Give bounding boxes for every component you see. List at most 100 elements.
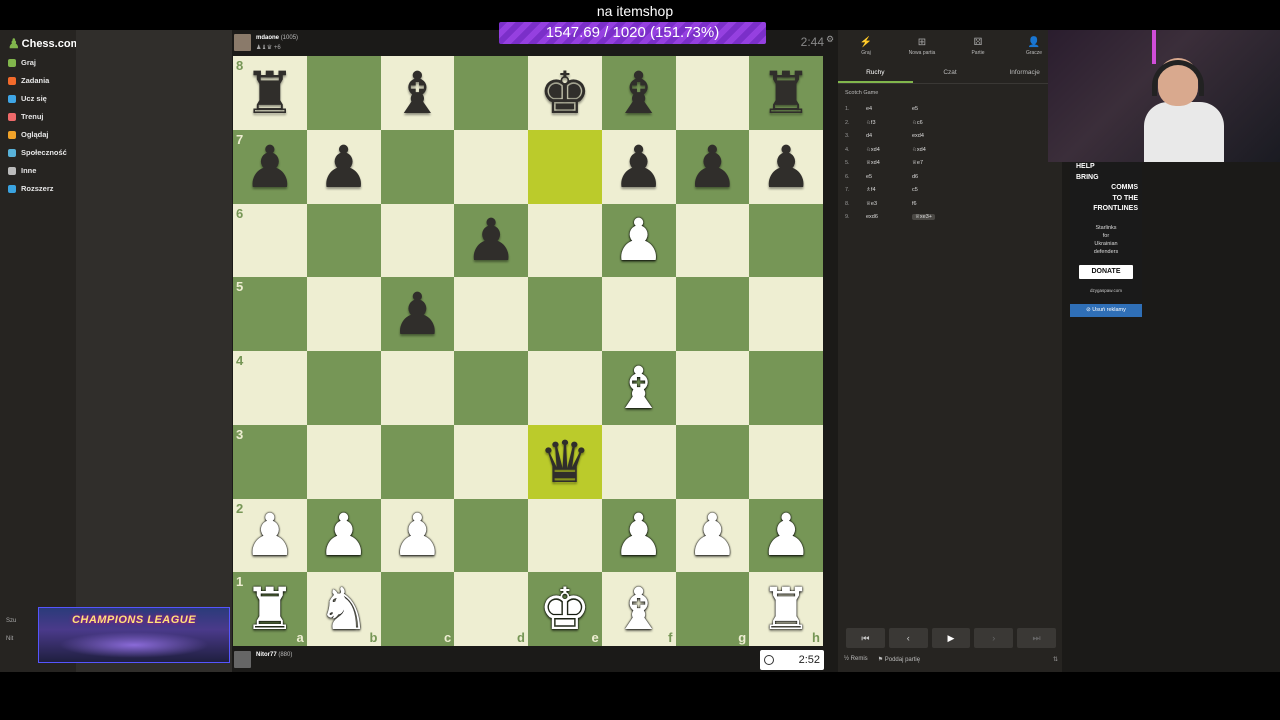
square-g4[interactable] — [675, 351, 750, 425]
black-king-icon[interactable]: ♚ — [528, 56, 602, 130]
black-pawn-icon[interactable]: ♟ — [602, 130, 676, 204]
square-b3[interactable] — [306, 424, 381, 499]
prev-move-button[interactable]: ‹ — [888, 628, 928, 648]
square-h4[interactable] — [749, 351, 823, 425]
player-name[interactable]: Nitor77 (880) — [256, 652, 292, 658]
white-move[interactable]: e4 — [866, 106, 872, 112]
white-move[interactable]: ♘xd4 — [866, 147, 880, 153]
subtab-1[interactable]: Czat — [913, 64, 988, 83]
white-move[interactable]: exd6 — [866, 214, 878, 220]
white-move[interactable]: ♕xd4 — [866, 160, 880, 166]
avatar[interactable] — [234, 651, 251, 668]
square-e5[interactable] — [528, 277, 602, 351]
square-f4[interactable]: ♝ — [601, 351, 676, 425]
sidebar-item-1[interactable]: Zadania — [8, 76, 49, 85]
black-pawn-icon[interactable]: ♟ — [233, 130, 307, 204]
black-rook-icon[interactable]: ♜ — [749, 56, 823, 130]
next-move-button[interactable]: › — [974, 628, 1014, 648]
square-d2[interactable] — [454, 498, 528, 573]
white-rook-icon[interactable]: ♜ — [749, 572, 823, 646]
play-button[interactable]: ▶ — [931, 628, 971, 648]
square-e2[interactable] — [528, 498, 602, 573]
ad-banner[interactable]: HELP BRING COMMS TO THE FRONTLINES Starlinks… — [1070, 162, 1142, 304]
white-move[interactable]: ♕e3 — [866, 201, 877, 207]
resign-button[interactable]: ⚑ Poddaj partię — [878, 656, 920, 663]
square-c8[interactable]: ♝ — [380, 56, 455, 130]
square-d6[interactable]: ♟ — [454, 203, 528, 278]
white-pawn-icon[interactable]: ♟ — [307, 499, 381, 573]
square-f5[interactable] — [601, 277, 676, 351]
black-move[interactable]: e5 — [912, 106, 918, 112]
square-f8[interactable]: ♝ — [601, 56, 676, 130]
white-bishop-icon[interactable]: ♝ — [602, 572, 676, 646]
square-h3[interactable] — [749, 424, 823, 499]
white-knight-icon[interactable]: ♞ — [307, 572, 381, 646]
tab-2[interactable]: ⚄ Partie — [950, 30, 1006, 64]
black-queen-icon[interactable]: ♛ — [528, 425, 602, 499]
square-h6[interactable] — [749, 203, 823, 278]
square-a6[interactable]: 6 — [233, 203, 307, 278]
square-b2[interactable]: ♟ — [306, 498, 381, 573]
white-bishop-icon[interactable]: ♝ — [602, 351, 676, 425]
square-d4[interactable] — [454, 351, 528, 425]
white-king-icon[interactable]: ♚ — [528, 572, 602, 646]
chess-board[interactable]: 8 ♜ ♝ ♚ ♝ ♜ 7 ♟ ♟ ♟ ♟ ♟ 6 ♟ ♟ 5 ♟ 4 ♝ 3 ♛ 2 ♟ ♟ ♟ ♟ ♟ ♟ 1 a ♜ b ♞ c d e ♚ f ♝ g… — [233, 56, 823, 646]
square-a8[interactable]: 8 ♜ — [233, 56, 307, 130]
black-move[interactable]: d6 — [912, 174, 918, 180]
square-g5[interactable] — [675, 277, 750, 351]
square-a5[interactable]: 5 — [233, 277, 307, 351]
square-c3[interactable] — [380, 424, 455, 499]
square-a4[interactable]: 4 — [233, 351, 307, 425]
white-pawn-icon[interactable]: ♟ — [676, 499, 750, 573]
draw-button[interactable]: ½ Remis — [844, 656, 868, 663]
black-pawn-icon[interactable]: ♟ — [454, 204, 528, 278]
square-h2[interactable]: ♟ — [749, 498, 823, 573]
black-move[interactable]: ♘xd4 — [912, 147, 926, 153]
square-b8[interactable] — [306, 56, 381, 130]
square-c1[interactable]: c — [380, 572, 455, 646]
square-c2[interactable]: ♟ — [380, 498, 455, 573]
black-move[interactable]: exd4 — [912, 133, 924, 139]
black-pawn-icon[interactable]: ♟ — [381, 277, 455, 351]
donate-button[interactable]: DONATE — [1079, 265, 1133, 279]
square-b6[interactable] — [306, 203, 381, 278]
black-move[interactable]: c5 — [912, 187, 918, 193]
square-h1[interactable]: h ♜ — [749, 572, 823, 646]
white-pawn-icon[interactable]: ♟ — [749, 499, 823, 573]
sidebar-item-4[interactable]: Oglądaj — [8, 130, 49, 139]
square-d7[interactable] — [454, 129, 528, 204]
square-b5[interactable] — [306, 277, 381, 351]
white-move[interactable]: d4 — [866, 133, 872, 139]
square-h7[interactable]: ♟ — [749, 129, 823, 204]
square-d1[interactable]: d — [454, 572, 528, 646]
square-c7[interactable] — [380, 129, 455, 204]
square-f3[interactable] — [601, 424, 676, 499]
square-h5[interactable] — [749, 277, 823, 351]
square-e1[interactable]: e ♚ — [528, 572, 602, 646]
square-f7[interactable]: ♟ — [601, 129, 676, 204]
last-move-button[interactable]: ⏭ — [1017, 628, 1056, 648]
square-g8[interactable] — [675, 56, 750, 130]
white-pawn-icon[interactable]: ♟ — [381, 499, 455, 573]
square-a2[interactable]: 2 ♟ — [233, 498, 307, 573]
black-pawn-icon[interactable]: ♟ — [307, 130, 381, 204]
tab-0[interactable]: ⚡ Graj — [838, 30, 894, 64]
square-d5[interactable] — [454, 277, 528, 351]
black-pawn-icon[interactable]: ♟ — [676, 130, 750, 204]
square-f2[interactable]: ♟ — [601, 498, 676, 573]
black-pawn-icon[interactable]: ♟ — [749, 130, 823, 204]
chesscom-logo[interactable]: ♟ Chess.com — [8, 36, 80, 52]
black-bishop-icon[interactable]: ♝ — [381, 56, 455, 130]
square-d3[interactable] — [454, 424, 528, 499]
white-move[interactable]: ♗f4 — [866, 187, 876, 193]
player-name[interactable]: mdaone (1005) — [256, 35, 298, 41]
square-f6[interactable]: ♟ — [601, 203, 676, 278]
gear-icon[interactable]: ⚙ — [826, 34, 834, 45]
square-g3[interactable] — [675, 424, 750, 499]
black-bishop-icon[interactable]: ♝ — [602, 56, 676, 130]
square-g7[interactable]: ♟ — [675, 129, 750, 204]
white-move[interactable]: ♘f3 — [866, 120, 876, 126]
black-move[interactable]: ♕e7 — [912, 160, 923, 166]
square-h8[interactable]: ♜ — [749, 56, 823, 130]
square-e3[interactable]: ♛ — [528, 424, 602, 499]
